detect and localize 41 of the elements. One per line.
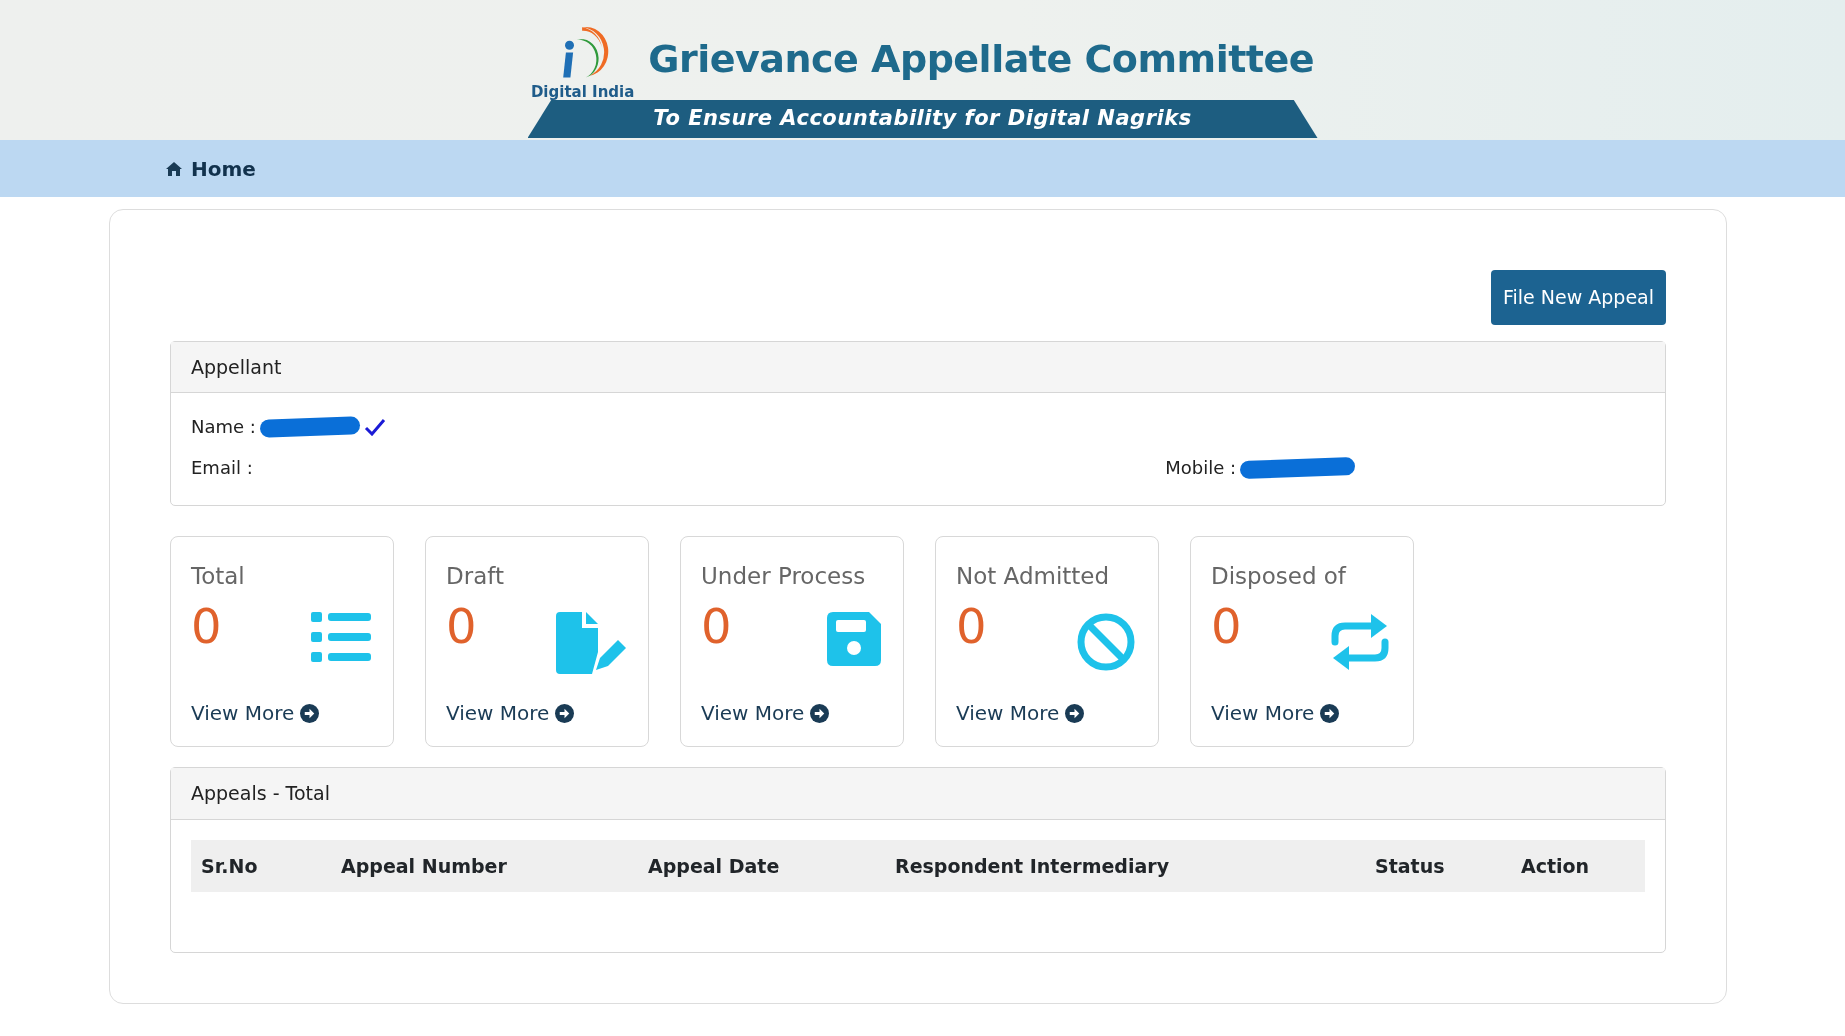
file-appeal-button[interactable]: File New Appeal xyxy=(1490,270,1666,325)
prohibited-icon xyxy=(1076,611,1136,672)
panel-heading: Appeals - Total xyxy=(171,768,1665,820)
column-header: Status xyxy=(1365,839,1511,892)
arrow-circle-icon xyxy=(555,703,575,723)
column-header: Respondent Intermediary xyxy=(885,839,1365,892)
stat-label: Draft xyxy=(446,562,505,591)
home-icon xyxy=(165,160,183,177)
view-more-link[interactable]: View More xyxy=(1211,698,1393,728)
panel-heading: Appellant xyxy=(171,341,1665,393)
arrow-circle-icon xyxy=(300,703,320,723)
stat-count: 0 xyxy=(701,601,732,650)
field-label: Mobile : xyxy=(1165,456,1236,480)
arrow-circle-icon xyxy=(1320,703,1340,723)
column-header: Appeal Date xyxy=(638,839,885,892)
stat-count: 0 xyxy=(956,601,987,650)
tagline: To Ensure Accountability for Digital Nagriks xyxy=(653,105,1192,133)
stat-count: 0 xyxy=(1211,601,1242,650)
site-title: Grievance Appellate Committee xyxy=(648,40,1315,78)
stat-label: Under Process xyxy=(701,562,867,591)
stat-count: 0 xyxy=(446,601,477,650)
file-edit-icon xyxy=(556,611,626,674)
stat-label: Disposed of xyxy=(1211,562,1348,591)
field-label: Email : xyxy=(191,456,253,480)
arrow-circle-icon xyxy=(810,703,830,723)
field-label: Name : xyxy=(191,415,256,439)
column-header: Sr.No xyxy=(191,839,331,892)
stat-label: Total xyxy=(191,562,246,591)
column-header: Appeal Number xyxy=(331,839,638,892)
column-header: Action xyxy=(1511,839,1645,892)
arrow-circle-icon xyxy=(1065,703,1085,723)
logo-caption: Digital India xyxy=(530,85,635,100)
home-link[interactable]: Home xyxy=(165,153,256,184)
stat-label: Not Admitted xyxy=(956,562,1111,591)
view-more-link[interactable]: View More xyxy=(956,698,1138,728)
view-more-link[interactable]: View More xyxy=(446,698,628,728)
view-more-link[interactable]: View More xyxy=(191,698,373,728)
view-more-link[interactable]: View More xyxy=(701,698,883,728)
list-icon xyxy=(311,611,371,662)
repeat-arrows-icon xyxy=(1329,611,1391,672)
stat-count: 0 xyxy=(191,601,222,650)
